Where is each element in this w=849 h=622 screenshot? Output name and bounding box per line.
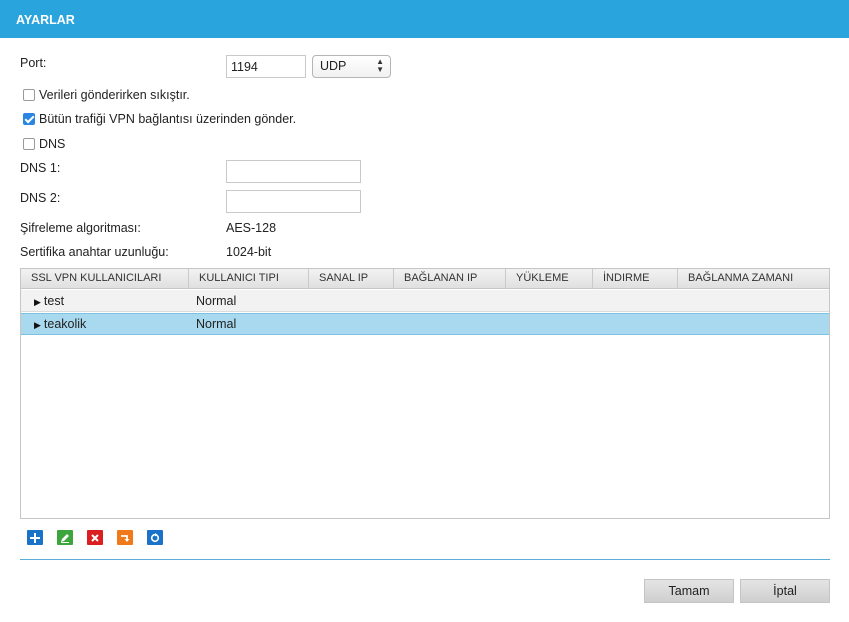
- column-header-upload[interactable]: YÜKLEME: [506, 269, 593, 289]
- dns1-label: DNS 1:: [20, 161, 61, 175]
- cancel-button[interactable]: İptal: [740, 579, 830, 603]
- dialog-title: AYARLAR: [0, 0, 849, 38]
- port-input[interactable]: [226, 55, 306, 78]
- compress-label: Verileri gönderirken sıkıştır.: [39, 88, 190, 102]
- edit-icon[interactable]: [57, 530, 73, 545]
- encryption-label: Şifreleme algoritması:: [20, 221, 141, 235]
- row-user-type: Normal: [196, 317, 237, 331]
- cert-length-label: Sertifika anahtar uzunluğu:: [20, 245, 169, 259]
- expand-arrow-icon[interactable]: ▶: [34, 297, 41, 307]
- column-header-virtual-ip[interactable]: SANAL IP: [309, 269, 394, 289]
- row-user-name: teakolik: [43, 317, 87, 331]
- dns2-input[interactable]: [226, 190, 361, 213]
- table-header: SSL VPN KULLANICILARI KULLANICI TIPI SAN…: [21, 269, 829, 289]
- column-header-connect-time[interactable]: BAĞLANMA ZAMANI: [678, 269, 829, 289]
- compress-checkbox[interactable]: [23, 89, 35, 101]
- ssl-vpn-users-table: SSL VPN KULLANICILARI KULLANICI TIPI SAN…: [20, 268, 830, 519]
- row-user-cell: ▶ test: [34, 294, 64, 308]
- table-row[interactable]: ▶ teakolik Normal: [21, 313, 829, 335]
- column-header-users[interactable]: SSL VPN KULLANICILARI: [21, 269, 189, 289]
- export-icon[interactable]: [117, 530, 133, 545]
- column-header-download[interactable]: İNDIRME: [593, 269, 678, 289]
- ok-button[interactable]: Tamam: [644, 579, 734, 603]
- protocol-select[interactable]: UDP ▲ ▼: [312, 55, 391, 78]
- row-user-cell: ▶ teakolik: [34, 317, 86, 331]
- add-icon[interactable]: [27, 530, 43, 545]
- encryption-value: AES-128: [226, 221, 277, 235]
- refresh-icon[interactable]: [147, 530, 163, 545]
- footer-divider: [20, 559, 830, 560]
- row-user-name: test: [43, 294, 65, 308]
- dns1-input[interactable]: [226, 160, 361, 183]
- all-traffic-checkbox[interactable]: [23, 113, 35, 125]
- table-row[interactable]: ▶ test Normal: [21, 290, 829, 312]
- column-header-connected-ip[interactable]: BAĞLANAN IP: [394, 269, 506, 289]
- column-header-user-type[interactable]: KULLANICI TIPI: [189, 269, 309, 289]
- row-user-type: Normal: [196, 294, 237, 308]
- expand-arrow-icon[interactable]: ▶: [34, 320, 41, 330]
- select-arrows-icon: ▲ ▼: [376, 57, 384, 74]
- protocol-select-value: UDP: [320, 59, 347, 73]
- dns2-label: DNS 2:: [20, 191, 61, 205]
- cert-length-value: 1024-bit: [226, 245, 272, 259]
- dns-label: DNS: [39, 137, 66, 151]
- delete-icon[interactable]: [87, 530, 103, 545]
- dns-checkbox[interactable]: [23, 138, 35, 150]
- port-label: Port:: [20, 56, 47, 70]
- all-traffic-label: Bütün trafiği VPN bağlantısı üzerinden g…: [39, 112, 297, 126]
